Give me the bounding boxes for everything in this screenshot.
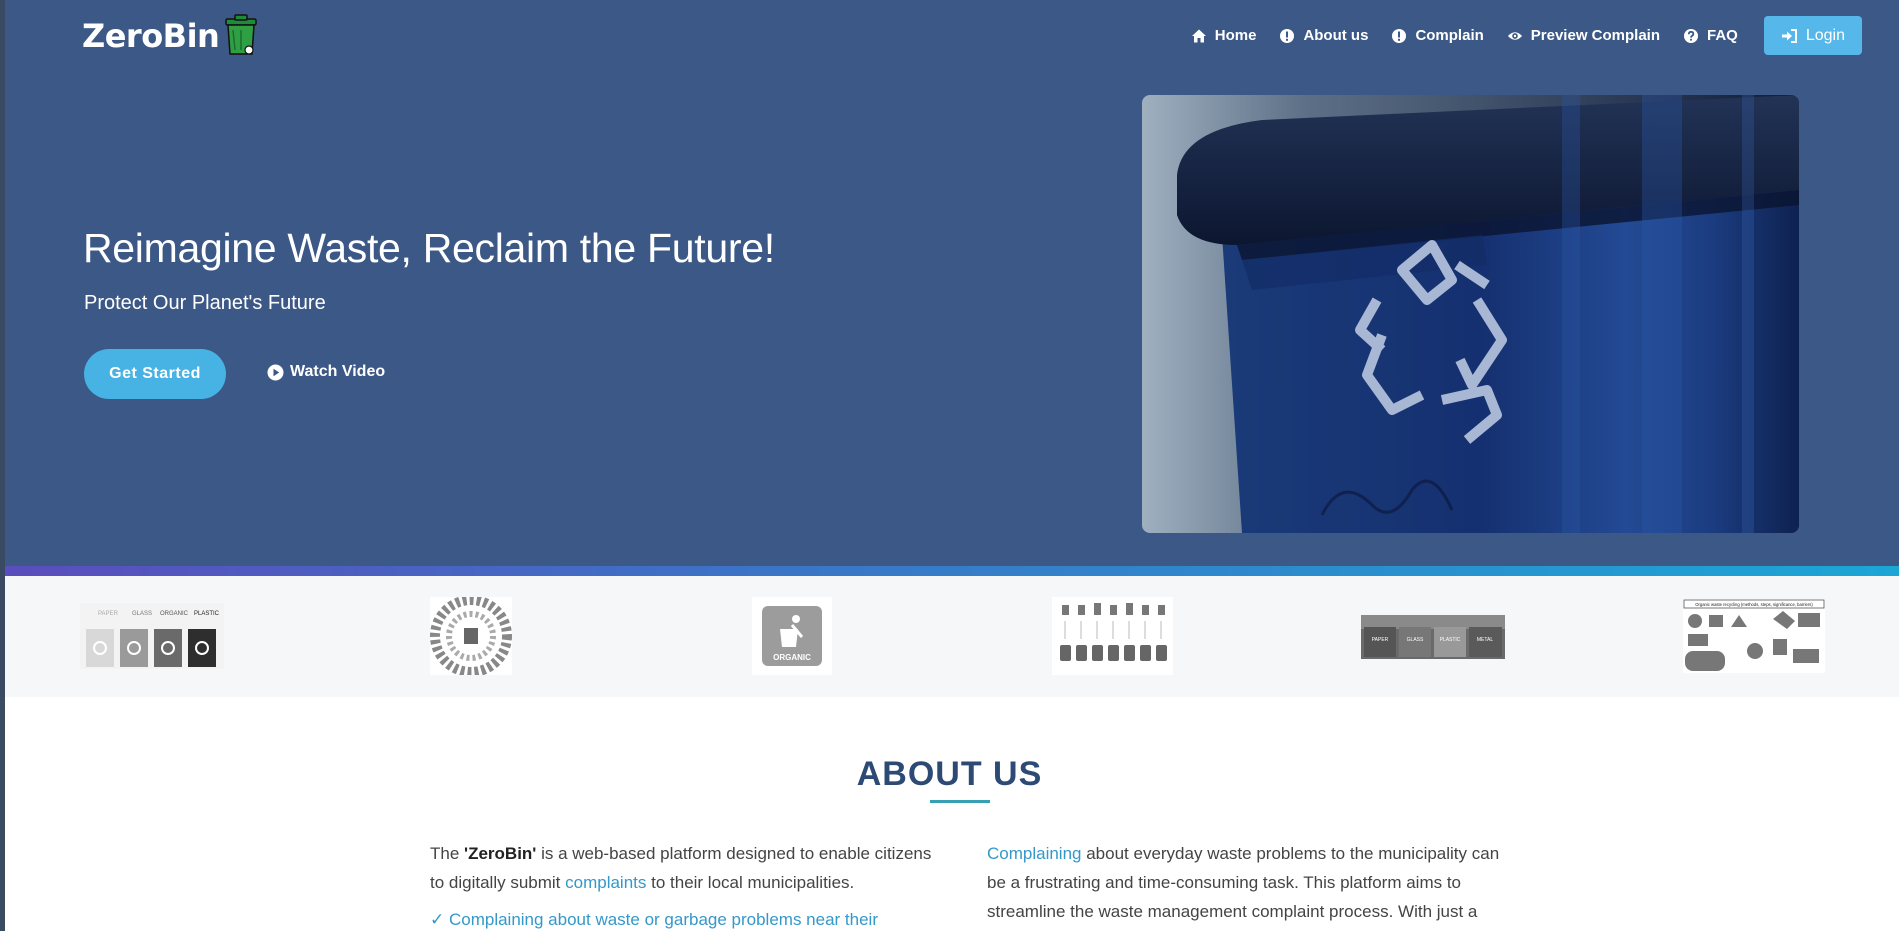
login-label: Login: [1805, 26, 1845, 44]
photo-bin-label-plastic: PLASTIC: [1440, 637, 1461, 643]
organic-bin-logo[interactable]: ORGANIC: [752, 597, 832, 675]
about-left-column: The 'ZeroBin' is a web-based platform de…: [430, 839, 950, 931]
info-circle-icon: [1391, 28, 1407, 44]
organic-recycling-diagram-logo[interactable]: Organic waste recycling (methods, steps,…: [1683, 599, 1825, 673]
nav-preview-complain-label: Preview Complain: [1530, 27, 1660, 44]
nav-about-us-label: About us: [1303, 27, 1369, 44]
nav-preview-complain[interactable]: Preview Complain: [1507, 18, 1660, 54]
nav-complain[interactable]: Complain: [1391, 18, 1484, 54]
circular-waste-icons-logo[interactable]: [430, 595, 512, 677]
complaining-highlight: Complaining: [987, 844, 1082, 863]
intro-brand-name: 'ZeroBin': [464, 844, 537, 863]
about-right-column: Complaining about everyday waste problem…: [987, 839, 1507, 926]
sign-in-icon: [1781, 28, 1798, 44]
hero-title: Reimagine Waste, Reclaim the Future!: [83, 225, 775, 271]
brand-logo[interactable]: ZeroBin: [82, 14, 259, 58]
diagram-caption: Organic waste recycling (methods, steps,…: [1695, 602, 1813, 607]
complaints-highlight: complaints: [565, 873, 647, 892]
nav-about-us[interactable]: About us: [1279, 18, 1368, 54]
bin-label-paper: PAPER: [98, 611, 119, 617]
recycling-bins-logo[interactable]: PAPER GLASS ORGANIC PLASTIC: [80, 603, 224, 669]
info-circle-icon: [1279, 28, 1295, 44]
nav-faq[interactable]: FAQ: [1683, 18, 1738, 54]
bin-label-organic: ORGANIC: [160, 611, 189, 617]
green-trash-bin-icon: [223, 14, 259, 58]
waste-sorting-chart-logo[interactable]: [1052, 597, 1173, 675]
home-icon: [1191, 28, 1207, 44]
bin-label-glass: GLASS: [132, 611, 152, 617]
photo-bin-label-metal: METAL: [1477, 637, 1494, 643]
hero-subtitle: Protect Our Planet's Future: [84, 292, 326, 314]
partners-strip: PAPER GLASS ORGANIC PLASTIC ORGANIC PAPE…: [0, 576, 1899, 697]
main-nav: Home About us Complain Preview Complain …: [1168, 16, 1862, 55]
nav-home[interactable]: Home: [1191, 18, 1257, 54]
about-intro-paragraph: The 'ZeroBin' is a web-based platform de…: [430, 839, 950, 897]
heading-underline: [930, 800, 990, 803]
photo-bin-label-glass: GLASS: [1407, 637, 1424, 643]
section-divider: [0, 566, 1899, 576]
nav-home-label: Home: [1214, 27, 1257, 44]
intro-text-start: The: [430, 844, 465, 863]
organic-bin-label: ORGANIC: [773, 653, 811, 662]
hero-image-recycling-bin: [1142, 95, 1799, 533]
question-circle-icon: [1683, 28, 1699, 44]
nav-faq-label: FAQ: [1707, 27, 1738, 44]
get-started-button[interactable]: Get Started: [84, 349, 226, 399]
nav-complain-label: Complain: [1415, 27, 1484, 44]
watch-video-label: Watch Video: [290, 363, 386, 380]
eye-icon: [1507, 28, 1523, 44]
intro-text-end: to their local municipalities.: [646, 873, 855, 892]
sorting-bins-photo-logo[interactable]: PAPER GLASS PLASTIC METAL: [1361, 615, 1505, 659]
brand-name: ZeroBin: [82, 17, 220, 55]
about-description-paragraph: Complaining about everyday waste problem…: [987, 839, 1507, 926]
about-us-heading: ABOUT US: [856, 755, 1043, 793]
photo-bin-label-paper: PAPER: [1372, 637, 1389, 643]
feature-list-item: ✓ Complaining about waste or garbage pro…: [430, 910, 878, 929]
login-button[interactable]: Login: [1763, 16, 1862, 55]
window-edge: [0, 0, 5, 931]
watch-video-button[interactable]: Watch Video: [267, 363, 385, 381]
play-circle-icon: [267, 364, 284, 381]
bin-label-plastic: PLASTIC: [194, 611, 220, 617]
